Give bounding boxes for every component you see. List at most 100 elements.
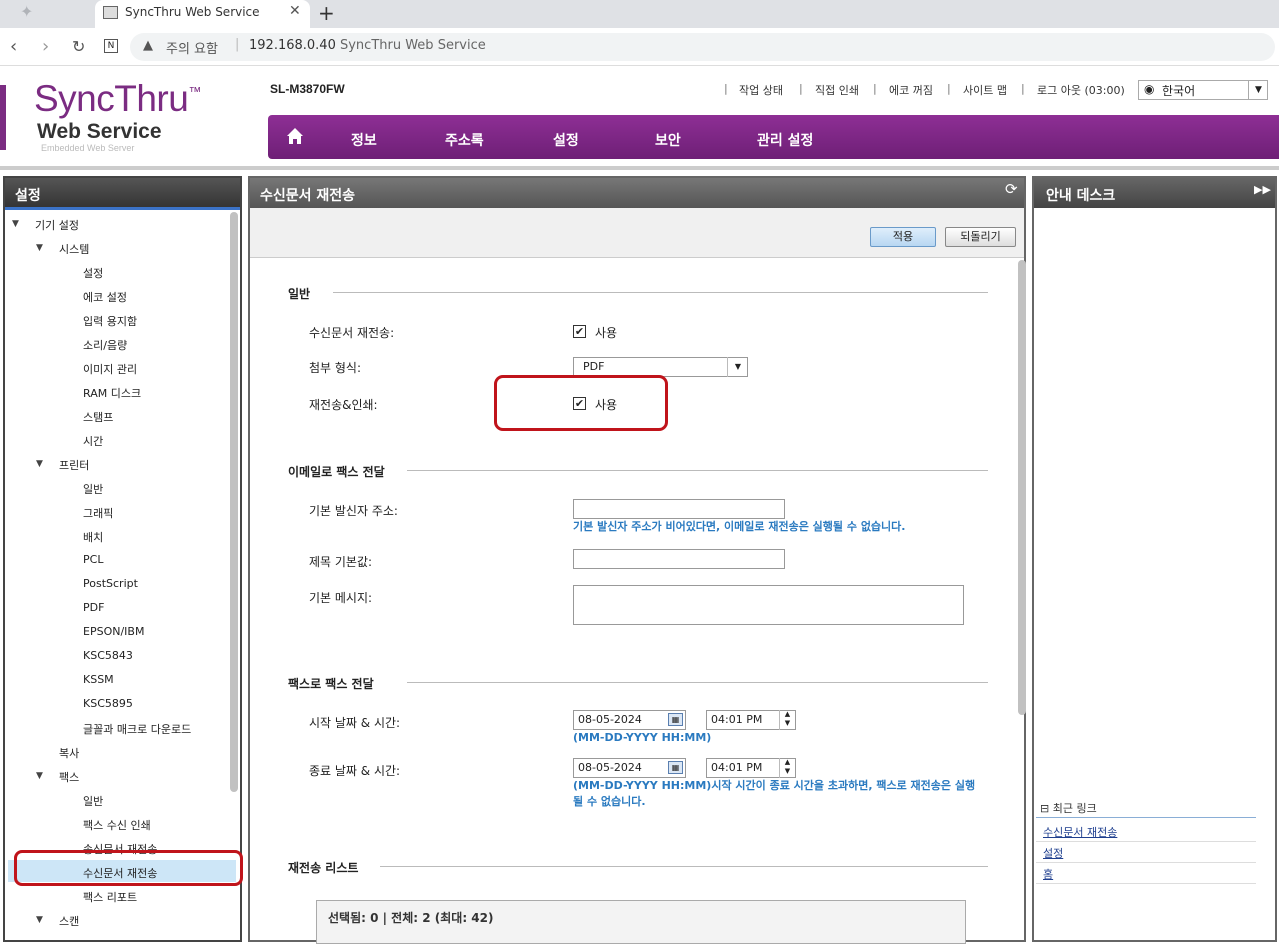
calendar-icon[interactable]: ▦ bbox=[668, 713, 683, 726]
attach-format-value: PDF bbox=[583, 360, 605, 373]
forward-label: 수신문서 재전송: bbox=[309, 326, 395, 340]
tab-close-icon[interactable]: ✕ bbox=[289, 3, 301, 19]
tree-item[interactable]: 팩스 수신 인쇄 bbox=[83, 817, 151, 833]
recent-link[interactable]: 홈 bbox=[1043, 866, 1053, 882]
tree-item[interactable]: 복사 bbox=[59, 745, 79, 761]
section-list: 재전송 리스트 bbox=[288, 861, 359, 875]
url-text[interactable]: 192.168.0.40 SyncThru Web Service bbox=[249, 38, 486, 53]
tree-item[interactable]: 에코 설정 bbox=[83, 289, 127, 305]
top-link-0[interactable]: 작업 상태 bbox=[739, 82, 783, 98]
language-value: 한국어 bbox=[1162, 84, 1196, 98]
tab-favicon-icon bbox=[103, 6, 118, 19]
start-hint: (MM-DD-YYYY HH:MM) bbox=[573, 731, 712, 744]
section-divider bbox=[407, 470, 988, 471]
help-desk-title: 안내 데스크 bbox=[1034, 178, 1275, 208]
expand-triangle-icon[interactable]: ▼ bbox=[36, 459, 43, 469]
menu-item-0[interactable]: 정보 bbox=[351, 130, 377, 150]
collapse-icon[interactable]: ⊟ bbox=[1040, 802, 1049, 815]
time-spinner-icon[interactable]: ▲ ▼ bbox=[779, 758, 795, 778]
security-warning[interactable]: 주의 요함 bbox=[166, 38, 218, 57]
message-textarea[interactable] bbox=[573, 585, 964, 625]
tree-item[interactable]: 그래픽 bbox=[83, 505, 113, 521]
top-link-separator: | bbox=[1021, 82, 1025, 95]
calendar-icon[interactable]: ▦ bbox=[668, 761, 683, 774]
tree-item[interactable]: 입력 용지함 bbox=[83, 313, 137, 329]
logo-accent bbox=[0, 85, 6, 150]
forward-icon[interactable]: › bbox=[42, 36, 49, 57]
start-label: 시작 날짜 & 시간: bbox=[309, 716, 401, 730]
tree-item[interactable]: 시스템 bbox=[59, 241, 89, 257]
top-link-1[interactable]: 직접 인쇄 bbox=[815, 82, 859, 98]
subject-input[interactable] bbox=[573, 549, 785, 569]
url-separator: | bbox=[235, 37, 240, 52]
tree-item[interactable]: 스캔 bbox=[59, 913, 79, 929]
sender-hint: 기본 발신자 주소가 비어있다면, 이메일로 재전송은 실행될 수 없습니다. bbox=[573, 520, 906, 533]
home-icon[interactable] bbox=[286, 127, 304, 145]
forward-checkbox[interactable]: ✔ bbox=[573, 325, 586, 338]
section-divider bbox=[407, 682, 988, 683]
recent-link[interactable]: 수신문서 재전송 bbox=[1043, 824, 1117, 840]
top-link-2[interactable]: 에코 꺼짐 bbox=[889, 82, 933, 98]
tree-item[interactable]: 프린터 bbox=[59, 457, 89, 473]
tree-item[interactable]: 설정 bbox=[83, 265, 103, 281]
chevron-down-icon[interactable]: ▼ bbox=[727, 357, 748, 377]
tree-item[interactable]: 스탬프 bbox=[83, 409, 113, 425]
expand-triangle-icon[interactable]: ▼ bbox=[36, 243, 43, 253]
refresh-icon[interactable]: ⟳ bbox=[1005, 180, 1018, 198]
tree-item[interactable]: PostScript bbox=[83, 577, 138, 590]
tree-item[interactable]: EPSON/IBM bbox=[83, 625, 144, 638]
expand-icon[interactable]: ▶▶ bbox=[1254, 183, 1271, 196]
tree-item[interactable]: 시간 bbox=[83, 433, 103, 449]
tree-item[interactable]: 소리/음량 bbox=[83, 337, 127, 353]
revert-button[interactable]: 되돌리기 bbox=[945, 227, 1016, 247]
pinned-tab-icon[interactable]: ✦ bbox=[20, 2, 33, 21]
new-tab-icon[interactable]: + bbox=[318, 1, 335, 25]
tree-item[interactable]: 일반 bbox=[83, 481, 103, 497]
apply-button[interactable]: 적용 bbox=[870, 227, 936, 247]
main-scrollbar[interactable] bbox=[1018, 260, 1026, 715]
expand-triangle-icon[interactable]: ▼ bbox=[36, 915, 43, 925]
back-icon[interactable]: ‹ bbox=[10, 36, 17, 57]
tree-item[interactable]: 글꼴과 매크로 다운로드 bbox=[83, 721, 191, 737]
tab-title: SyncThru Web Service bbox=[125, 5, 260, 19]
warning-icon[interactable]: ▲ bbox=[143, 38, 153, 53]
recent-link[interactable]: 설정 bbox=[1043, 845, 1063, 861]
tree-item[interactable]: 팩스 bbox=[59, 769, 79, 785]
tree-item[interactable]: RAM 디스크 bbox=[83, 385, 141, 401]
print-label: 재전송&인쇄: bbox=[309, 398, 378, 412]
subject-label: 제목 기본값: bbox=[309, 555, 373, 569]
extension-icon[interactable]: N bbox=[104, 39, 118, 53]
recent-links-header[interactable]: ⊟ 최근 링크 bbox=[1040, 800, 1097, 816]
left-scrollbar[interactable] bbox=[230, 212, 238, 792]
logo-web-service: Web Service bbox=[37, 120, 162, 143]
tree-item[interactable]: 팩스 리포트 bbox=[83, 889, 137, 905]
menu-item-2[interactable]: 설정 bbox=[553, 130, 579, 150]
left-panel-title: 설정 bbox=[5, 178, 240, 208]
top-link-4[interactable]: 로그 아웃 (03:00) bbox=[1037, 82, 1125, 98]
expand-triangle-icon[interactable]: ▼ bbox=[36, 771, 43, 781]
menu-item-1[interactable]: 주소록 bbox=[445, 130, 484, 150]
tree-item[interactable]: KSC5843 bbox=[83, 649, 133, 662]
tree-item[interactable]: 배치 bbox=[83, 529, 103, 545]
chevron-down-icon[interactable]: ▼ bbox=[1248, 80, 1268, 100]
reload-icon[interactable]: ↻ bbox=[72, 37, 85, 56]
top-link-separator: | bbox=[724, 82, 728, 95]
tree-item[interactable]: KSC5895 bbox=[83, 697, 133, 710]
menu-item-3[interactable]: 보안 bbox=[655, 130, 681, 150]
top-link-3[interactable]: 사이트 맵 bbox=[963, 82, 1007, 98]
sender-address-input[interactable] bbox=[573, 499, 785, 519]
tree-item[interactable]: KSSM bbox=[83, 673, 114, 686]
tree-item[interactable]: 이미지 관리 bbox=[83, 361, 137, 377]
tree-item[interactable]: PDF bbox=[83, 601, 104, 614]
tree-item[interactable]: 기기 설정 bbox=[35, 217, 79, 233]
recent-links-divider bbox=[1036, 817, 1256, 818]
annotation-circle-left bbox=[14, 850, 243, 886]
tree-item[interactable]: 일반 bbox=[83, 793, 103, 809]
time-spinner-icon[interactable]: ▲ ▼ bbox=[779, 710, 795, 730]
menu-item-4[interactable]: 관리 설정 bbox=[757, 130, 813, 150]
top-link-separator: | bbox=[799, 82, 803, 95]
section-fax: 팩스로 팩스 전달 bbox=[288, 677, 374, 691]
expand-triangle-icon[interactable]: ▼ bbox=[12, 219, 19, 229]
recent-links-label: 최근 링크 bbox=[1052, 802, 1097, 815]
tree-item[interactable]: PCL bbox=[83, 553, 103, 566]
